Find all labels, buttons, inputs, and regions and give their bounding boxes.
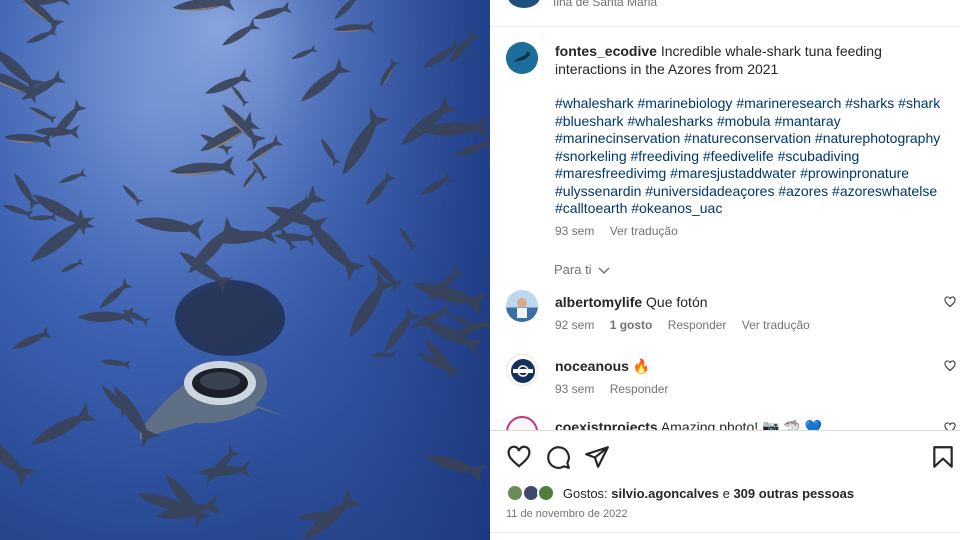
comment-body: noceanous 🔥	[555, 358, 935, 375]
comment-text: Amazing photo! 📷 🦈 💙	[660, 419, 823, 430]
comment-heart-icon[interactable]	[944, 296, 956, 308]
comment-meta: 92 sem 1 gosto Responder Ver tradução	[555, 318, 822, 332]
see-translation-link[interactable]: Ver tradução	[610, 224, 678, 238]
comment-meta: 93 sem Responder	[555, 382, 680, 396]
chevron-down-icon	[598, 267, 610, 274]
reply-button[interactable]: Responder	[610, 382, 669, 396]
likes-and: e	[722, 485, 730, 501]
comment-avatar[interactable]	[506, 290, 538, 322]
post-panel: Ilha de Santa Maria fontes_ecodive Incre…	[490, 0, 960, 540]
comment-time[interactable]: 92 sem	[555, 318, 594, 332]
comment-avatar[interactable]	[506, 354, 538, 386]
caption-time[interactable]: 93 sem	[555, 224, 594, 238]
comment-username[interactable]: noceanous	[555, 358, 629, 374]
comment-username[interactable]: coexistprojects	[555, 419, 658, 430]
diver-icon	[506, 42, 538, 74]
author-username[interactable]: fontes_ecodive	[555, 43, 657, 59]
post-date[interactable]: 11 de novembro de 2022	[506, 508, 628, 520]
for-you-toggle[interactable]: Para ti	[554, 262, 610, 277]
comment-text: Que fotón	[646, 294, 708, 310]
likes-user[interactable]: silvio.agoncalves	[611, 486, 719, 501]
reply-button[interactable]: Responder	[668, 318, 727, 332]
action-bar	[506, 444, 956, 472]
caption-meta: 93 sem Ver tradução	[555, 224, 678, 238]
hashtags[interactable]: #whaleshark #marinebiology #marineresear…	[555, 95, 955, 218]
comment-time[interactable]: 93 sem	[555, 382, 594, 396]
likes-others[interactable]: 309 outras pessoas	[733, 486, 854, 501]
comment-username[interactable]: albertomylife	[555, 294, 642, 310]
comment-body: coexistprojects Amazing photo! 📷 🦈 💙	[555, 419, 935, 430]
person-icon	[517, 298, 527, 318]
author-avatar[interactable]	[506, 42, 538, 74]
caption: fontes_ecodive Incredible whale-shark tu…	[555, 42, 955, 78]
noceanous-logo-icon	[511, 359, 535, 383]
liker-avatar[interactable]	[537, 484, 556, 502]
divider	[490, 532, 960, 533]
likes-text: Gostos: silvio.agoncalves e 309 outras p…	[563, 486, 854, 501]
comment-item: coexistprojects Amazing photo! 📷 🦈 💙	[506, 416, 956, 430]
share-icon[interactable]	[584, 444, 610, 470]
comment-text: 🔥	[632, 358, 651, 374]
comment-icon[interactable]	[545, 444, 571, 470]
likes-summary: Gostos: silvio.agoncalves e 309 outras p…	[506, 484, 854, 502]
whale-shark-tuna-image	[0, 0, 490, 540]
likes-label: Gostos:	[562, 485, 608, 501]
divider	[490, 430, 960, 431]
for-you-label: Para ti	[554, 262, 592, 277]
header-avatar[interactable]	[508, 0, 540, 8]
bookmark-icon[interactable]	[930, 444, 956, 470]
comment-likes[interactable]: 1 gosto	[610, 318, 653, 332]
comment-body: albertomylife Que fotón	[555, 294, 935, 310]
post-photo[interactable]	[0, 0, 490, 540]
post-header: Ilha de Santa Maria	[490, 0, 960, 27]
location-label[interactable]: Ilha de Santa Maria	[553, 0, 657, 9]
comment-avatar[interactable]	[506, 416, 538, 430]
comment-heart-icon[interactable]	[944, 422, 956, 430]
heart-icon[interactable]	[506, 444, 532, 470]
see-translation-link[interactable]: Ver tradução	[742, 318, 810, 332]
comment-heart-icon[interactable]	[944, 360, 956, 372]
